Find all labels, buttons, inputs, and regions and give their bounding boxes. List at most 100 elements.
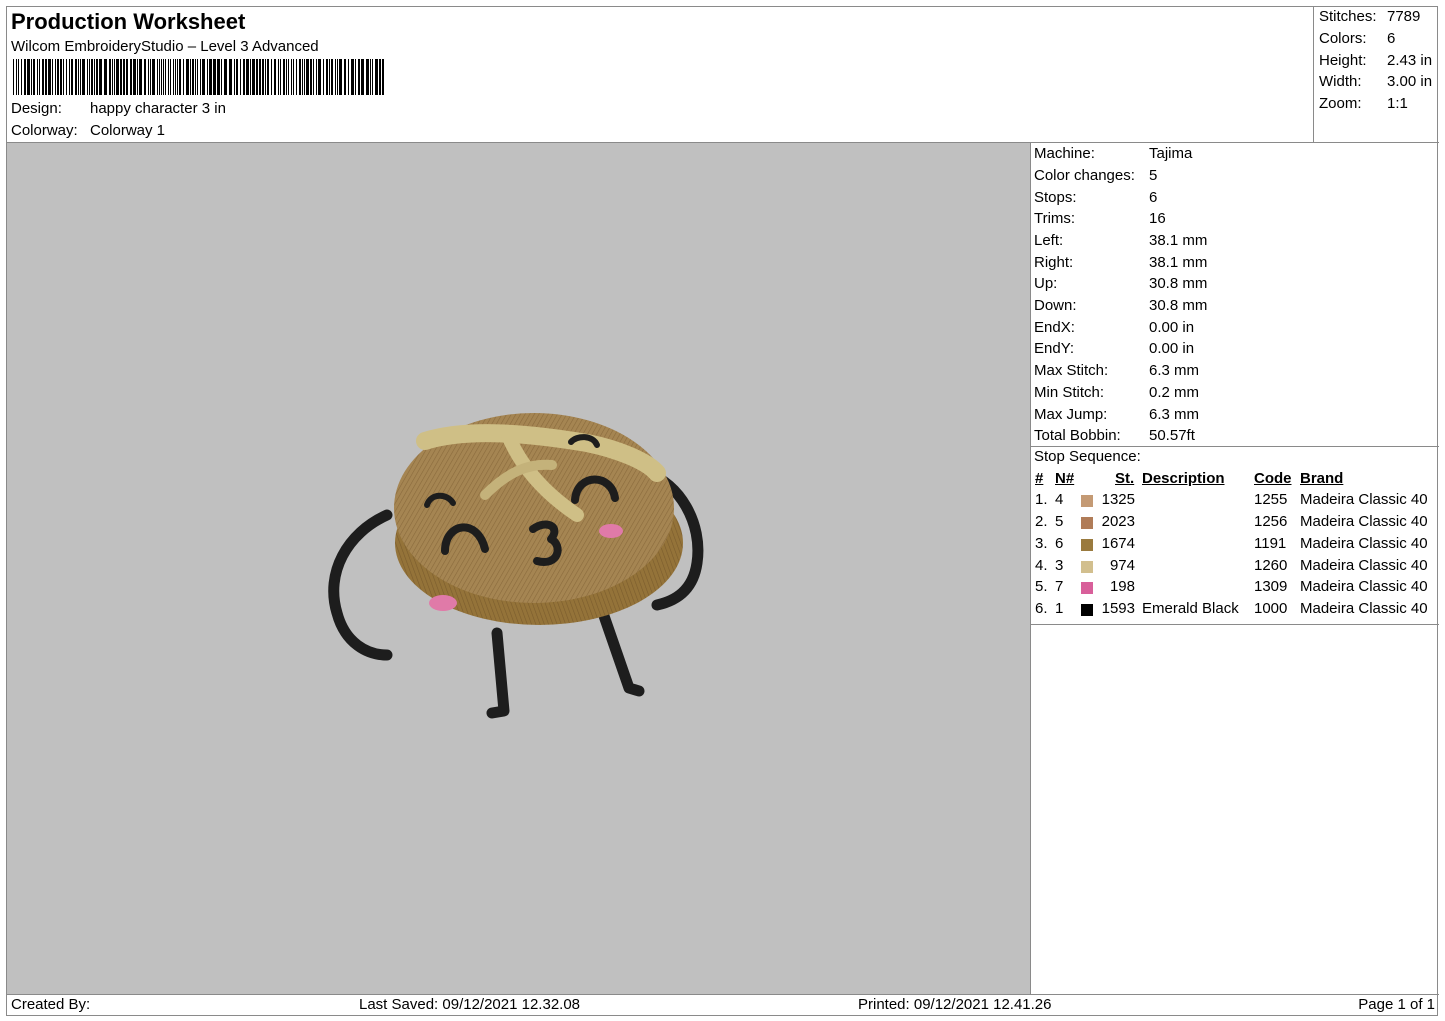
row-brand: Madeira Classic 40 — [1300, 578, 1428, 595]
col-header-num: # — [1035, 470, 1044, 487]
info-label: Stops: — [1034, 189, 1077, 206]
info-row-left: Left: 38.1 mm — [1034, 232, 1207, 249]
info-row-endy: EndY: 0.00 in — [1034, 340, 1194, 357]
info-label: Down: — [1034, 297, 1077, 314]
info-label: Trims: — [1034, 210, 1076, 227]
info-row-max-jump: Max Jump: 6.3 mm — [1034, 406, 1199, 423]
info-row-up: Up: 30.8 mm — [1034, 275, 1207, 292]
color-swatch — [1081, 582, 1093, 594]
row-code: 1260 — [1254, 557, 1288, 574]
col-header-description: Description — [1142, 470, 1225, 487]
info-value: 6 — [1149, 189, 1158, 206]
worksheet-header: Production Worksheet Wilcom EmbroiderySt… — [7, 7, 1314, 143]
page-number: Page 1 of 1 — [1358, 996, 1435, 1013]
info-label: Max Jump: — [1034, 406, 1108, 423]
machine-panel: Machine: Tajima Color changes: 5 Stops: 6 T… — [1031, 143, 1439, 994]
row-stitches: 1325 — [1101, 491, 1135, 508]
info-label: EndY: — [1034, 340, 1075, 357]
row-stitches: 198 — [1109, 578, 1135, 595]
row-stitches: 974 — [1109, 557, 1135, 574]
row-needle: 6 — [1055, 535, 1064, 552]
stat-label: Colors: — [1319, 30, 1367, 47]
info-label: Color changes: — [1034, 167, 1135, 184]
col-header-needle: N# — [1055, 470, 1075, 487]
color-swatch — [1081, 539, 1093, 551]
info-value: 6.3 mm — [1149, 406, 1200, 423]
info-value: 16 — [1149, 210, 1166, 227]
page-title: Production Worksheet — [11, 9, 246, 34]
stat-label: Zoom: — [1319, 95, 1362, 112]
stat-value: 7789 — [1387, 8, 1421, 25]
info-row-trims: Trims: 16 — [1034, 210, 1166, 227]
table-row: 6. 1 1593 Emerald Black 1000 Madeira Cla… — [1031, 600, 1439, 622]
row-num: 4. — [1035, 557, 1048, 574]
info-label: Right: — [1034, 254, 1074, 271]
info-label: Up: — [1034, 275, 1058, 292]
software-name: Wilcom EmbroideryStudio – Level 3 Advanc… — [11, 38, 319, 55]
row-needle: 7 — [1055, 578, 1064, 595]
created-by: Created By: — [11, 996, 91, 1013]
design-preview — [7, 143, 1031, 994]
row-needle: 5 — [1055, 513, 1064, 530]
info-value: 30.8 mm — [1149, 297, 1208, 314]
info-label: EndX: — [1034, 319, 1075, 336]
stat-zoom: Zoom: 1:1 — [1319, 95, 1408, 112]
row-brand: Madeira Classic 40 — [1300, 491, 1428, 508]
row-stitches: 1593 — [1101, 600, 1135, 617]
info-value: Tajima — [1149, 145, 1193, 162]
row-num: 1. — [1035, 491, 1048, 508]
color-swatch — [1081, 561, 1093, 573]
row-needle: 4 — [1055, 491, 1064, 508]
table-row: 4. 3 974 1260 Madeira Classic 40 — [1031, 557, 1439, 579]
row-num: 3. — [1035, 535, 1048, 552]
barcode — [13, 59, 384, 95]
info-label: Left: — [1034, 232, 1064, 249]
info-value: 38.1 mm — [1149, 254, 1208, 271]
design-stats: Stitches: 7789 Colors: 6 Height: 2.43 in Wi… — [1314, 7, 1439, 143]
stat-value: 2.43 in — [1387, 52, 1433, 69]
row-brand: Madeira Classic 40 — [1300, 600, 1428, 617]
row-brand: Madeira Classic 40 — [1300, 557, 1428, 574]
stat-stitches: Stitches: 7789 — [1319, 8, 1420, 25]
info-row-min-stitch: Min Stitch: 0.2 mm — [1034, 384, 1199, 401]
design-row: Design: happy character 3 in — [11, 100, 226, 117]
info-row-right: Right: 38.1 mm — [1034, 254, 1207, 271]
row-needle: 1 — [1055, 600, 1064, 617]
stat-value: 3.00 in — [1387, 73, 1433, 90]
stat-value: 1:1 — [1387, 95, 1408, 112]
colorway-label: Colorway: — [11, 122, 78, 139]
color-swatch — [1081, 495, 1093, 507]
row-description: Emerald Black — [1142, 600, 1239, 617]
row-brand: Madeira Classic 40 — [1300, 513, 1428, 530]
row-code: 1000 — [1254, 600, 1288, 617]
info-value: 5 — [1149, 167, 1158, 184]
info-row-machine: Machine: Tajima — [1034, 145, 1192, 162]
info-value: 6.3 mm — [1149, 362, 1200, 379]
row-stitches: 1674 — [1101, 535, 1135, 552]
row-needle: 3 — [1055, 557, 1064, 574]
info-row-total-bobbin: Total Bobbin: 50.57ft — [1034, 427, 1195, 444]
design-label: Design: — [11, 100, 62, 117]
row-stitches: 2023 — [1101, 513, 1135, 530]
stat-label: Height: — [1319, 52, 1367, 69]
info-value: 30.8 mm — [1149, 275, 1208, 292]
col-header-stitches: St. — [1115, 470, 1135, 487]
info-row-stops: Stops: 6 — [1034, 189, 1157, 206]
info-label: Min Stitch: — [1034, 384, 1105, 401]
row-code: 1191 — [1254, 535, 1287, 552]
info-value: 0.2 mm — [1149, 384, 1200, 401]
table-row: 1. 4 1325 1255 Madeira Classic 40 — [1031, 491, 1439, 513]
design-value: happy character 3 in — [90, 100, 226, 117]
info-label: Total Bobbin: — [1034, 427, 1121, 444]
table-row: 5. 7 198 1309 Madeira Classic 40 — [1031, 578, 1439, 600]
info-label: Max Stitch: — [1034, 362, 1109, 379]
info-row-endx: EndX: 0.00 in — [1034, 319, 1194, 336]
colorway-row: Colorway: Colorway 1 — [11, 122, 165, 139]
row-num: 2. — [1035, 513, 1048, 530]
stat-label: Width: — [1319, 73, 1362, 90]
table-row: 2. 5 2023 1256 Madeira Classic 40 — [1031, 513, 1439, 535]
printed-date: Printed: 09/12/2021 12.41.26 — [858, 996, 1052, 1013]
row-num: 5. — [1035, 578, 1048, 595]
row-code: 1309 — [1254, 578, 1288, 595]
col-header-brand: Brand — [1300, 470, 1344, 487]
